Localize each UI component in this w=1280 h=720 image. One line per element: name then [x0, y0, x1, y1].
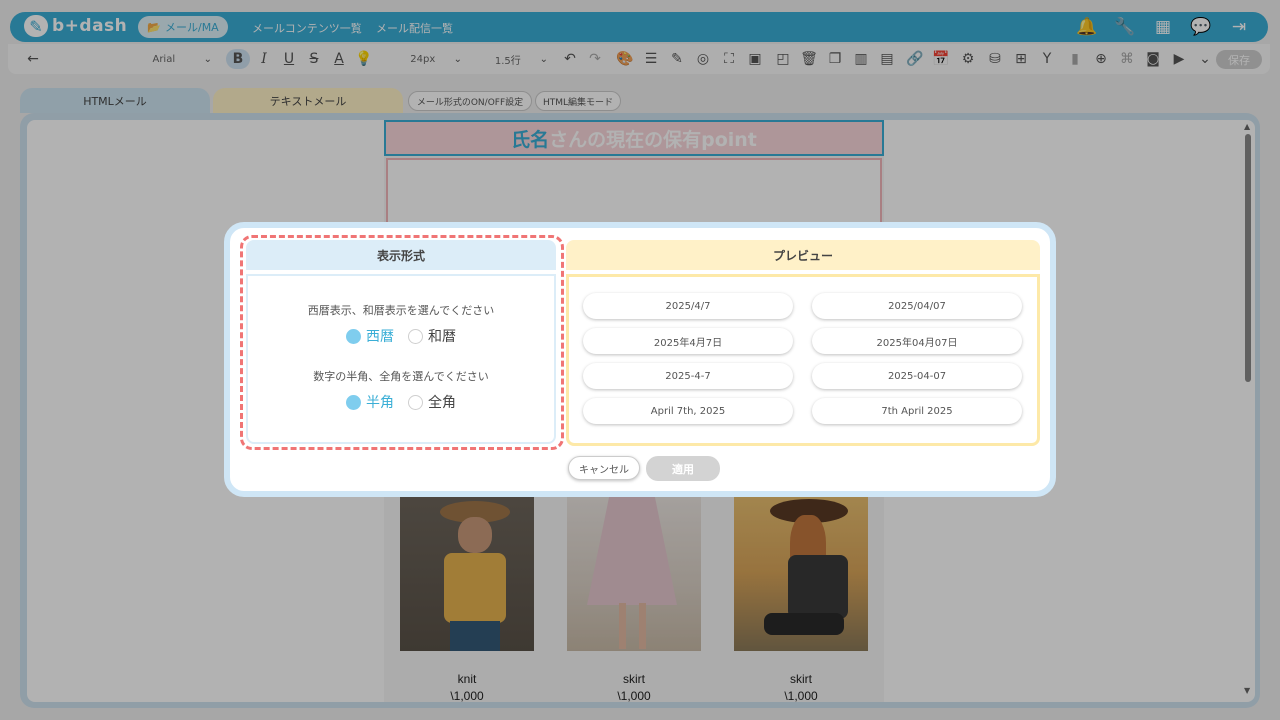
- radio-dot-selected: [346, 328, 361, 344]
- preview-option[interactable]: 2025/4/7: [583, 293, 793, 319]
- date-format-modal: 表示形式 西暦表示、和暦表示を選んでください 西暦 和暦 数字の半角、全角を選ん…: [224, 222, 1056, 497]
- preview-option[interactable]: 7th April 2025: [812, 398, 1022, 424]
- preview-panel-title: プレビュー: [566, 240, 1040, 270]
- radio-wareki[interactable]: 和暦: [408, 326, 456, 346]
- width-radio-group: 半角 全角: [248, 392, 554, 412]
- cancel-button[interactable]: キャンセル: [568, 456, 640, 480]
- preview-option[interactable]: April 7th, 2025: [583, 398, 793, 424]
- preview-option[interactable]: 2025年4月7日: [583, 328, 793, 354]
- preview-panel: 2025/4/7 2025/04/07 2025年4月7日 2025年04月07…: [566, 274, 1040, 446]
- radio-zenkaku[interactable]: 全角: [408, 392, 456, 412]
- apply-button[interactable]: 適用: [646, 456, 720, 481]
- era-question: 西暦表示、和暦表示を選んでください: [307, 304, 495, 317]
- format-panel: 西暦表示、和暦表示を選んでください 西暦 和暦 数字の半角、全角を選んでください…: [246, 274, 556, 444]
- radio-hankaku[interactable]: 半角: [346, 392, 394, 412]
- preview-option[interactable]: 2025/04/07: [812, 293, 1022, 319]
- era-radio-group: 西暦 和暦: [248, 326, 554, 346]
- radio-dot: [408, 394, 423, 410]
- format-panel-title: 表示形式: [246, 240, 556, 270]
- preview-option[interactable]: 2025-4-7: [583, 363, 793, 389]
- preview-option[interactable]: 2025-04-07: [812, 363, 1022, 389]
- preview-option[interactable]: 2025年04月07日: [812, 328, 1022, 354]
- radio-dot-selected: [346, 394, 361, 410]
- width-question: 数字の半角、全角を選んでください: [313, 370, 489, 383]
- radio-seireki[interactable]: 西暦: [346, 326, 394, 346]
- radio-dot: [408, 328, 423, 344]
